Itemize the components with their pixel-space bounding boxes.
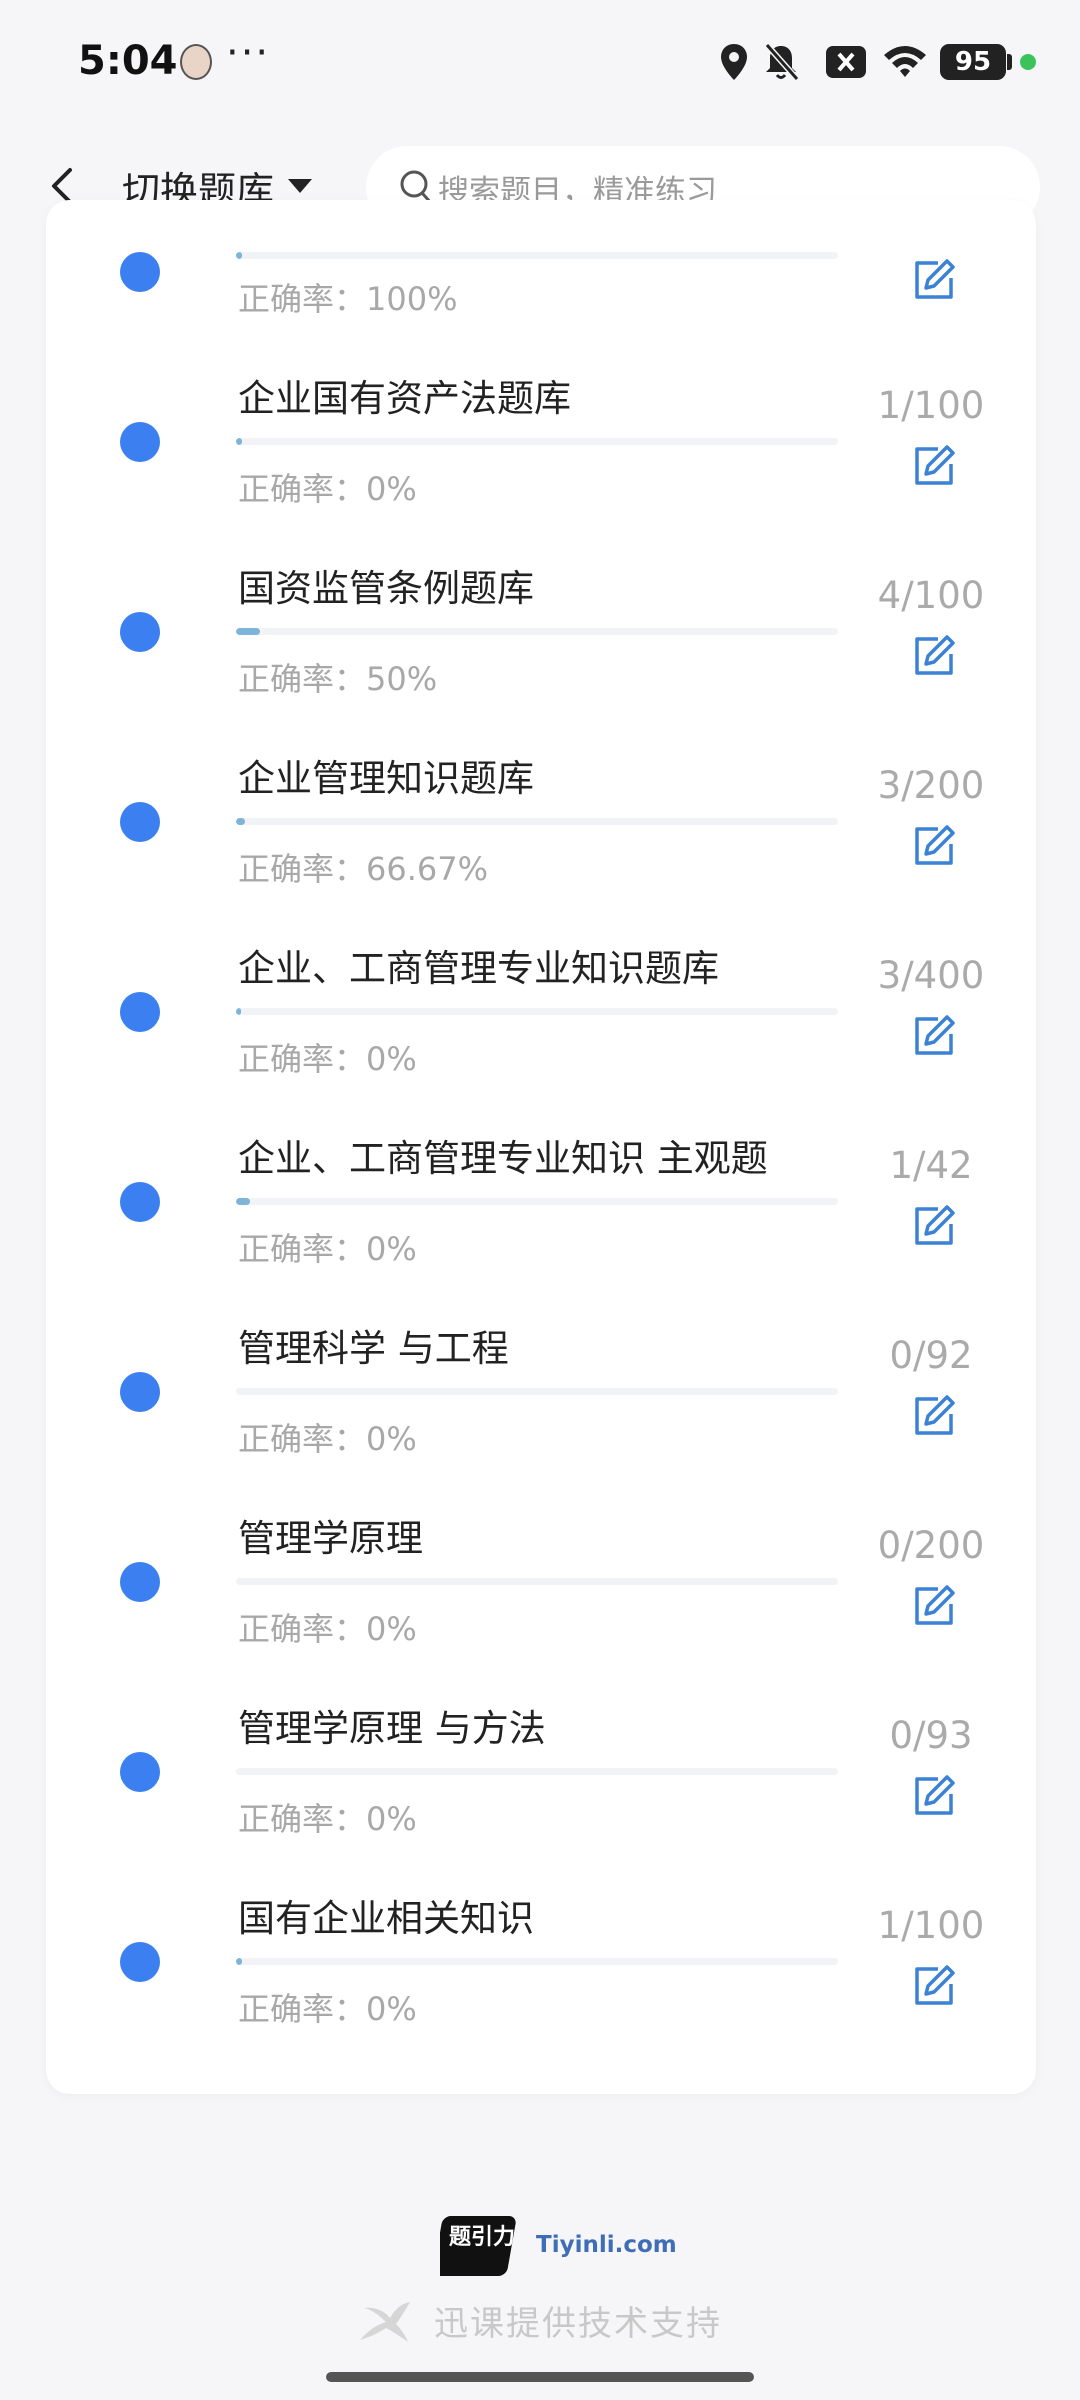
progress-count: 0/93 [889, 1714, 973, 1757]
list-item[interactable]: 企业、工商管理专业知识 主观题 正确率：0% 1/42 [46, 1012, 1036, 1268]
location-icon [721, 44, 747, 80]
item-title: 企业国有资产法题库 [238, 377, 571, 420]
status-bar: 5:04 ··· 95 [0, 0, 1080, 126]
status-time: 5:04 [78, 38, 178, 84]
list-item[interactable]: 管理科学 与工程 正确率：0% 0/92 [46, 1202, 1036, 1458]
item-title: 管理科学 与工程 [238, 1327, 509, 1370]
progress-count: 1/100 [877, 1904, 985, 1947]
progress-count: 0/200 [877, 1524, 985, 1567]
question-bank-card: 正确率：100% 企业国有资产法题库 正确率：0% 1/100 国资监管条例题库… [46, 200, 1036, 2094]
logo-text: 题引力 [449, 2225, 515, 2250]
list-item[interactable]: 企业管理知识题库 正确率：66.67% 3/200 [46, 632, 1036, 888]
progress-fill [236, 1958, 243, 1965]
close-badge-icon [826, 46, 866, 78]
mute-notification-icon [764, 43, 800, 81]
progress-count: 3/400 [877, 954, 985, 997]
item-title: 管理学原理 与方法 [238, 1707, 546, 1750]
battery-icon: 95 [940, 44, 1006, 80]
xunke-logo-icon [360, 2302, 410, 2342]
status-avatar-icon [180, 44, 212, 80]
list-item[interactable]: 正确率：100% [46, 200, 1036, 318]
item-title: 企业、工商管理专业知识题库 [238, 947, 719, 990]
progress-count: 3/200 [877, 764, 985, 807]
item-title: 国有企业相关知识 [238, 1897, 534, 1940]
list-item[interactable]: 国资监管条例题库 正确率：50% 4/100 [46, 442, 1036, 698]
accuracy-label: 正确率： [238, 1990, 367, 2028]
home-indicator[interactable] [326, 2372, 754, 2382]
progress-count: 1/42 [889, 1144, 973, 1187]
caret-down-icon[interactable] [286, 176, 314, 196]
list-item[interactable]: 管理学原理 正确率：0% 0/200 [46, 1392, 1036, 1648]
list-item[interactable]: 企业国有资产法题库 正确率：0% 1/100 [46, 252, 1036, 508]
progress-bar [236, 1958, 838, 1965]
list-item[interactable]: 企业、工商管理专业知识题库 正确率：0% 3/400 [46, 822, 1036, 1078]
footer-domain: Tiyinli.com [536, 2232, 677, 2258]
edit-icon[interactable] [912, 1964, 956, 2008]
battery-cap [1007, 54, 1012, 70]
footer-support-text: 迅课提供技术支持 [434, 2304, 722, 2344]
status-more-dots: ··· [226, 30, 271, 76]
accuracy-value: 0% [366, 1990, 417, 2028]
status-green-dot [1020, 54, 1036, 70]
progress-count: 0/92 [889, 1334, 973, 1377]
item-title: 国资监管条例题库 [238, 567, 534, 610]
list-item[interactable]: 管理学原理 与方法 正确率：0% 0/93 [46, 1582, 1036, 1838]
bullet-dot [120, 1942, 160, 1982]
tiyinli-logo: 题引力 [440, 2216, 516, 2276]
item-title: 企业管理知识题库 [238, 757, 534, 800]
accuracy-text: 正确率：0% [238, 1984, 417, 2030]
progress-count: 4/100 [877, 574, 985, 617]
item-title: 管理学原理 [238, 1517, 423, 1560]
progress-count: 1/100 [877, 384, 985, 427]
item-title: 企业、工商管理专业知识 主观题 [238, 1137, 768, 1180]
list-item[interactable]: 国有企业相关知识 正确率：0% 1/100 [46, 1772, 1036, 2028]
wifi-icon [884, 46, 926, 77]
